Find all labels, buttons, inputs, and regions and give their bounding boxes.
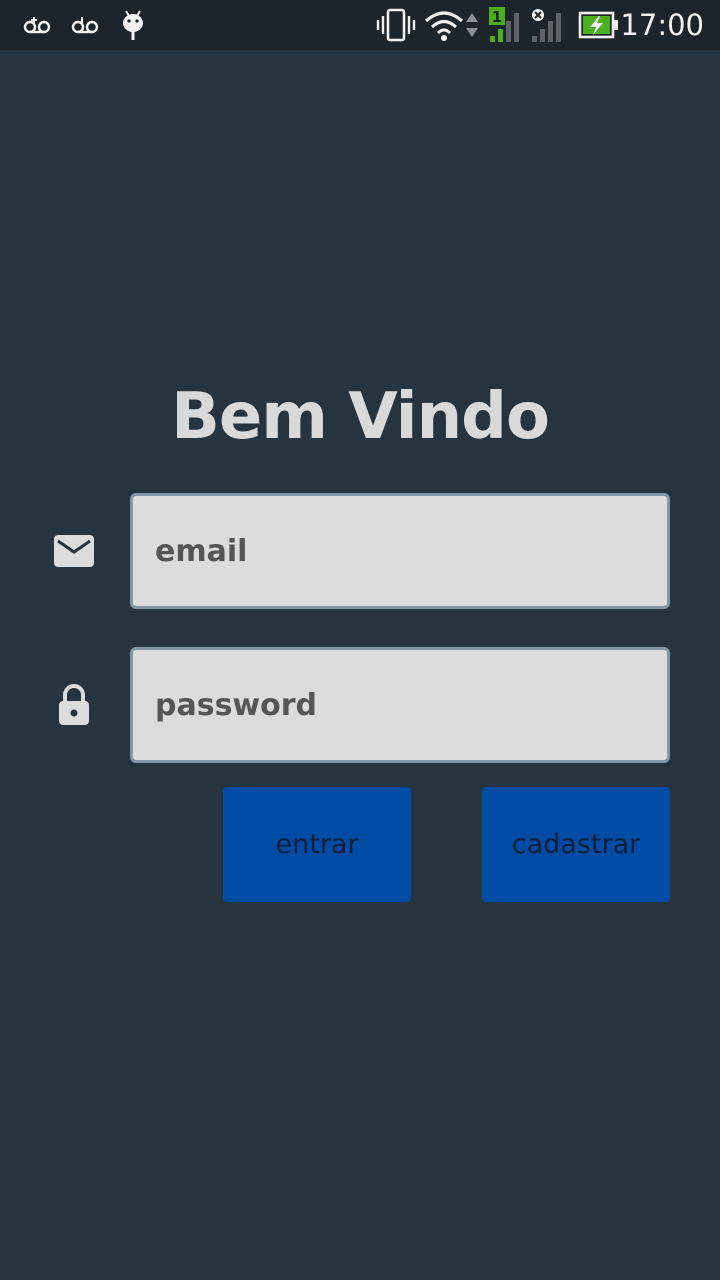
wifi-icon: [424, 0, 464, 50]
password-row: [0, 647, 720, 763]
sim-number: 1: [492, 8, 502, 26]
signal-sim1-icon: 1: [488, 0, 524, 50]
vibrate-icon: [376, 0, 416, 50]
android-debug-icon: [118, 0, 148, 50]
email-row: [0, 493, 720, 609]
lock-icon: [50, 647, 98, 763]
data-arrows-icon: [464, 0, 480, 50]
status-bar: 1 17:00: [0, 0, 720, 50]
login-screen: 1 17:00 Bem Vindo email entrar cadastrar: [0, 0, 720, 1280]
password-input[interactable]: [130, 647, 670, 763]
battery-charging-icon: [578, 0, 620, 50]
signal-sim2-no-service-icon: [530, 0, 566, 50]
page-title: Bem Vindo: [171, 380, 550, 454]
voicemail-icon: [70, 0, 100, 50]
voicemail-icon: [22, 0, 52, 50]
login-button[interactable]: entrar: [223, 787, 411, 902]
status-time: 17:00: [620, 8, 704, 42]
email-icon: [50, 493, 98, 609]
register-button[interactable]: cadastrar: [482, 787, 670, 902]
email-input[interactable]: [130, 493, 670, 609]
